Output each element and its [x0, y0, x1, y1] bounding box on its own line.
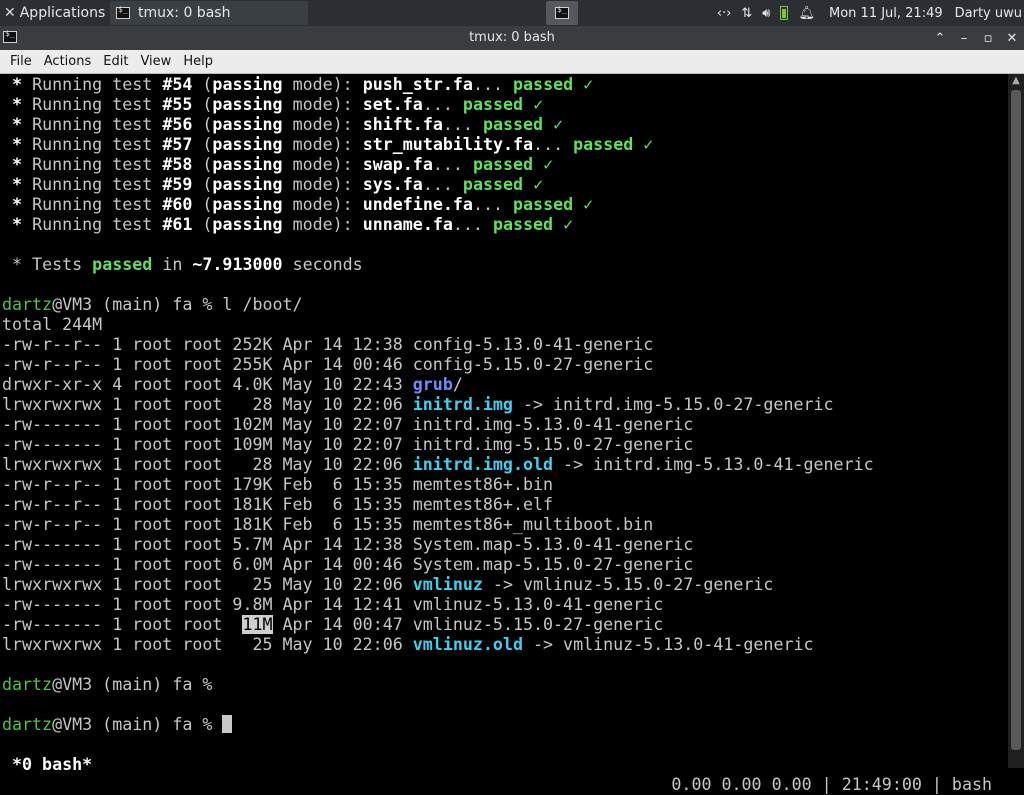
listing-row: -rw-r--r-- 1 root root 255K Apr 14 00:46… — [2, 355, 654, 374]
close-icon[interactable]: ✕ — [1000, 31, 1024, 46]
menu-edit[interactable]: Edit — [103, 54, 128, 69]
applications-menu[interactable]: ✕ Applications — [0, 0, 108, 26]
window-title: tmux: 0 bash — [469, 30, 555, 45]
test-line: * Running test #61 (passing mode): unnam… — [2, 215, 574, 234]
prompt-user: dartz — [2, 295, 53, 314]
test-line: * Running test #57 (passing mode): str_m… — [2, 135, 654, 154]
scrollbar-thumb[interactable] — [1011, 90, 1021, 750]
listing-row: -rw------- 1 root root 102M May 10 22:07… — [2, 415, 694, 434]
transfer-arrows-icon[interactable]: ⇅ — [741, 6, 752, 21]
listing-row: lrwxrwxrwx 1 root root 28 May 10 22:06 i… — [2, 395, 834, 414]
active-prompt-line[interactable]: dartz@VM3 (main) fa % — [2, 715, 233, 735]
applications-label: Applications — [19, 5, 106, 21]
scroll-up-arrow-icon[interactable]: ▲ — [1008, 74, 1024, 88]
system-tray: ‹·› ⇅ 🔊︎ 🔔︎ Mon 11 Jul, 21:49 Darty uwu — [707, 0, 1024, 26]
menu-file[interactable]: File — [10, 54, 32, 69]
prompt-line: dartz@VM3 (main) fa % — [2, 675, 223, 694]
taskbar-item-tmux[interactable]: tmux: 0 bash — [110, 1, 308, 25]
listing-row: -rw------- 1 root root 6.0M Apr 14 00:46… — [2, 555, 694, 574]
top-panel: ✕ Applications tmux: 0 bash ‹·› ⇅ 🔊︎ 🔔︎ … — [0, 0, 1024, 26]
maximize-icon[interactable]: ▫ — [976, 31, 1000, 46]
command: l /boot/ — [222, 295, 303, 314]
prompt-line: dartz@VM3 (main) fa % l /boot/ — [2, 295, 303, 315]
selected-text: 11M — [242, 615, 273, 634]
menu-actions[interactable]: Actions — [44, 54, 92, 69]
taskbar-item-label: tmux: 0 bash — [138, 5, 231, 21]
terminal-icon — [555, 5, 569, 19]
text-cursor — [222, 715, 233, 733]
test-line: * Running test #54 (passing mode): push_… — [2, 75, 594, 94]
listing-row: lrwxrwxrwx 1 root root 25 May 10 22:06 v… — [2, 575, 774, 594]
listing-row: -rw-r--r-- 1 root root 181K Feb 6 15:35 … — [2, 515, 654, 534]
test-line: * Running test #60 (passing mode): undef… — [2, 195, 594, 214]
listing-row: -rw------- 1 root root 109M May 10 22:07… — [2, 435, 694, 454]
terminal-output[interactable]: * Running test #54 (passing mode): push_… — [0, 74, 1008, 768]
test-line: * Running test #59 (passing mode): sys.f… — [2, 175, 544, 194]
roll-up-icon[interactable]: ⌃ — [928, 31, 952, 46]
listing-row: -rw------- 1 root root 9.8M Apr 14 12:41… — [2, 595, 664, 614]
listing-total: total 244M — [2, 315, 103, 334]
tmux-window-tab[interactable]: *0 bash* — [12, 755, 92, 775]
listing-row: lrwxrwxrwx 1 root root 25 May 10 22:06 v… — [2, 635, 814, 654]
volume-icon[interactable]: 🔊︎ — [762, 6, 770, 21]
menu-help[interactable]: Help — [183, 54, 213, 69]
prompt-host: @VM3 (main) fa % — [52, 295, 223, 314]
terminal-icon — [116, 5, 130, 19]
xfce-logo-icon: ✕ — [4, 5, 16, 21]
tmux-status-right: 0.00 0.00 0.00 | 21:49:00 | bash — [671, 775, 992, 794]
tmux-status-bar: *0 bash* 0.00 0.00 0.00 | 21:49:00 | bas… — [0, 735, 1008, 794]
listing-row: drwxr-xr-x 4 root root 4.0K May 10 22:43… — [2, 375, 463, 394]
listing-row: -rw-r--r-- 1 root root 252K Apr 14 12:38… — [2, 335, 654, 354]
window-titlebar[interactable]: tmux: 0 bash ⌃ – ▫ ✕ — [0, 26, 1024, 50]
listing-row: -rw-r--r-- 1 root root 179K Feb 6 15:35 … — [2, 475, 554, 494]
test-summary: * Tests passed in ~7.913000 seconds — [2, 255, 363, 274]
minimize-icon[interactable]: – — [952, 31, 976, 46]
listing-row: -rw-r--r-- 1 root root 181K Feb 6 15:35 … — [2, 495, 554, 514]
user-menu[interactable]: Darty uwu — [955, 6, 1022, 21]
terminal-scrollbar[interactable]: ▲ — [1008, 74, 1024, 768]
listing-row: -rw------- 1 root root 11M Apr 14 00:47 … — [2, 615, 664, 634]
network-icon[interactable]: ‹·› — [717, 6, 732, 21]
clock[interactable]: Mon 11 Jul, 21:49 — [829, 6, 943, 21]
listing-row: lrwxrwxrwx 1 root root 28 May 10 22:06 i… — [2, 455, 874, 474]
menubar: File Actions Edit View Help — [0, 50, 1024, 74]
listing-row: -rw------- 1 root root 5.7M Apr 14 12:38… — [2, 535, 694, 554]
menu-view[interactable]: View — [140, 54, 171, 69]
notification-bell-icon[interactable]: 🔔︎ — [798, 6, 815, 21]
workspace-switcher[interactable] — [546, 1, 578, 25]
test-line: * Running test #55 (passing mode): set.f… — [2, 95, 544, 114]
test-line: * Running test #56 (passing mode): shift… — [2, 115, 564, 134]
test-line: * Running test #58 (passing mode): swap.… — [2, 155, 554, 174]
battery-icon[interactable] — [780, 6, 789, 20]
